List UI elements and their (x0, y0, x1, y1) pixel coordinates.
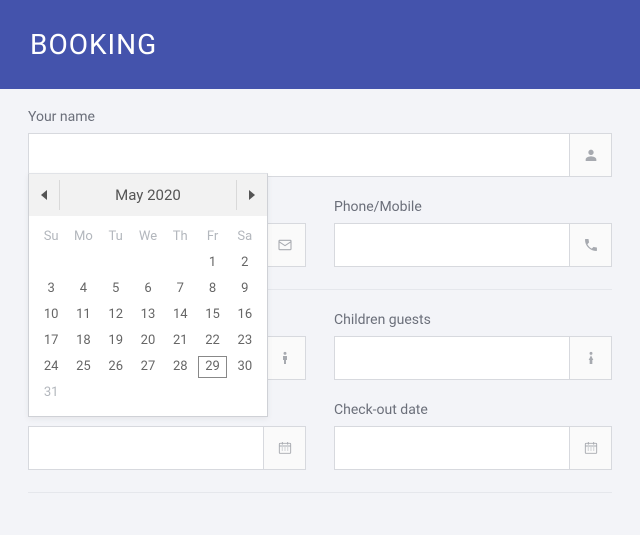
datepicker-weekday: Th (164, 224, 196, 250)
datepicker-day[interactable]: 11 (67, 302, 99, 328)
datepicker-day[interactable]: 12 (100, 302, 132, 328)
datepicker-day[interactable]: 14 (164, 302, 196, 328)
envelope-icon (263, 224, 305, 266)
datepicker-grid: SuMoTuWeThFrSa12345678910111213141516171… (29, 216, 267, 416)
datepicker-prev-button[interactable] (29, 174, 59, 216)
checkout-input[interactable] (335, 427, 569, 469)
datepicker-day[interactable]: 25 (67, 354, 99, 380)
datepicker-day[interactable]: 18 (67, 328, 99, 354)
name-input[interactable] (29, 134, 569, 176)
field-name: Your name (28, 109, 612, 177)
datepicker-day[interactable]: 1 (196, 250, 228, 276)
male-icon (263, 337, 305, 379)
datepicker-day[interactable]: 16 (229, 302, 261, 328)
label-phone: Phone/Mobile (334, 199, 612, 215)
datepicker-day[interactable]: 8 (196, 276, 228, 302)
datepicker-day[interactable]: 15 (196, 302, 228, 328)
label-name: Your name (28, 109, 612, 125)
phone-input[interactable] (335, 224, 569, 266)
children-input[interactable] (335, 337, 569, 379)
page-title: BOOKING (30, 28, 610, 61)
booking-form: Your name Email Phone/Mobile (0, 89, 640, 535)
datepicker-title[interactable]: May 2020 (60, 174, 236, 216)
datepicker-day[interactable]: 6 (132, 276, 164, 302)
datepicker-popup: May 2020 SuMoTuWeThFrSa12345678910111213… (28, 173, 268, 417)
datepicker-day[interactable]: 13 (132, 302, 164, 328)
field-children: Children guests (334, 312, 612, 380)
calendar-icon (263, 427, 305, 469)
datepicker-day[interactable]: 28 (164, 354, 196, 380)
user-icon (569, 134, 611, 176)
calendar-icon (569, 427, 611, 469)
page-header: BOOKING (0, 0, 640, 89)
datepicker-next-button[interactable] (237, 174, 267, 216)
datepicker-day[interactable]: 4 (67, 276, 99, 302)
datepicker-day[interactable]: 23 (229, 328, 261, 354)
datepicker-day[interactable]: 2 (229, 250, 261, 276)
datepicker-day[interactable]: 7 (164, 276, 196, 302)
datepicker-weekday: We (132, 224, 164, 250)
phone-icon (569, 224, 611, 266)
datepicker-day[interactable]: 31 (35, 380, 67, 406)
datepicker-day[interactable]: 3 (35, 276, 67, 302)
datepicker-day[interactable]: 9 (229, 276, 261, 302)
female-icon (569, 337, 611, 379)
checkin-input[interactable] (29, 427, 263, 469)
datepicker-day[interactable]: 19 (100, 328, 132, 354)
datepicker-day[interactable]: 22 (196, 328, 228, 354)
chevron-left-icon (41, 190, 47, 200)
label-children: Children guests (334, 312, 612, 328)
datepicker-weekday: Tu (100, 224, 132, 250)
field-phone: Phone/Mobile (334, 199, 612, 267)
datepicker-day[interactable]: 21 (164, 328, 196, 354)
datepicker-day[interactable]: 24 (35, 354, 67, 380)
divider (28, 492, 612, 493)
datepicker-day[interactable]: 30 (229, 354, 261, 380)
datepicker-weekday: Su (35, 224, 67, 250)
datepicker-day[interactable]: 20 (132, 328, 164, 354)
label-checkout: Check-out date (334, 402, 612, 418)
datepicker-weekday: Fr (196, 224, 228, 250)
field-checkout: Check-out date (334, 402, 612, 470)
datepicker-day[interactable]: 10 (35, 302, 67, 328)
datepicker-day[interactable]: 5 (100, 276, 132, 302)
datepicker-day[interactable]: 26 (100, 354, 132, 380)
chevron-right-icon (249, 190, 255, 200)
datepicker-weekday: Sa (229, 224, 261, 250)
datepicker-day[interactable]: 27 (132, 354, 164, 380)
datepicker-day[interactable]: 17 (35, 328, 67, 354)
datepicker-weekday: Mo (67, 224, 99, 250)
datepicker-day[interactable]: 29 (196, 354, 228, 380)
